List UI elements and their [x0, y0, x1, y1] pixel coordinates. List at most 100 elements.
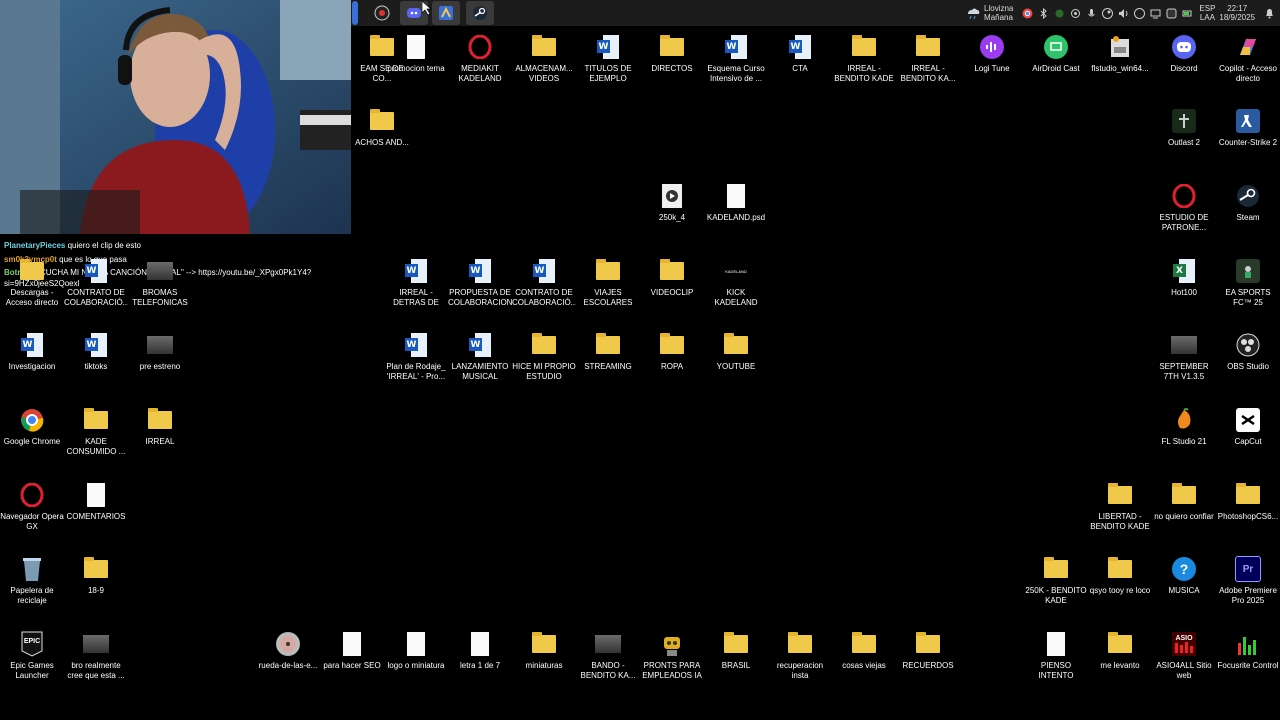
desktop-icon[interactable]: PRONTS PARA EMPLEADOS IA [640, 627, 704, 697]
desktop-icon[interactable]: W Investigacion [0, 328, 64, 398]
weather-widget[interactable]: Llovizna Mañana [965, 4, 1013, 22]
desktop-icon[interactable]: ROPA [640, 328, 704, 398]
desktop-icon[interactable]: OBS Studio [1216, 328, 1280, 398]
desktop-icon[interactable]: Outlast 2 [1152, 104, 1216, 174]
desktop-icon[interactable]: Papelera de reciclaje [0, 552, 64, 622]
asio4all-icon: ASIO [1172, 632, 1196, 656]
desktop-icon[interactable]: VIAJES ESCOLARES [576, 254, 640, 324]
volume-icon[interactable] [1116, 6, 1130, 20]
desktop-icon[interactable]: letra 1 de 7 [448, 627, 512, 697]
discord-tray-icon[interactable] [1132, 6, 1146, 20]
desktop-icon[interactable]: Discord [1152, 30, 1216, 100]
desktop-icon[interactable]: me levanto [1088, 627, 1152, 697]
desktop-icon[interactable]: RECUERDOS [896, 627, 960, 697]
clock[interactable]: 22:17 18/9/2025 [1219, 4, 1255, 22]
desktop-icon[interactable]: HICE MI PROPIO ESTUDIO [512, 328, 576, 398]
desktop-icon-label: Navegador Opera GX [0, 512, 64, 531]
desktop-icon[interactable]: X Hot100 [1152, 254, 1216, 324]
desktop-icon[interactable]: Descargas - Acceso directo [0, 254, 64, 324]
desktop-icon[interactable]: ? MUSICA [1152, 552, 1216, 622]
battery-icon[interactable] [1180, 6, 1194, 20]
desktop-icon[interactable]: miniaturas [512, 627, 576, 697]
desktop-icon[interactable]: VIDEOCLIP [640, 254, 704, 324]
taskbar-app-icon[interactable] [432, 1, 460, 25]
desktop-icon[interactable]: KADELAND.psd [704, 179, 768, 249]
desktop-icon[interactable]: ESTUDIO DE PATRONE... [1152, 179, 1216, 249]
chrome-tray-icon[interactable] [1020, 6, 1034, 20]
desktop-icon[interactable]: KADELAND KICK KADELAND [704, 254, 768, 324]
desktop-icon[interactable]: recuperacion insta [768, 627, 832, 697]
steam-tray-icon[interactable] [1100, 6, 1114, 20]
display-icon[interactable] [1148, 6, 1162, 20]
desktop-icon[interactable]: YOUTUBE [704, 328, 768, 398]
taskbar-obs-icon[interactable] [368, 1, 396, 25]
taskbar-app-edge[interactable] [352, 1, 358, 25]
desktop-icon[interactable]: W Esquema Curso Intensivo de ... [704, 30, 768, 100]
desktop-icon[interactable]: rueda-de-las-e... [256, 627, 320, 697]
desktop-icon[interactable]: Pr Adobe Premiere Pro 2025 [1216, 552, 1280, 622]
desktop-icon[interactable]: ACHOS AND... [350, 104, 414, 174]
desktop-icon[interactable]: W CONTRATO DE COLABORACIÓ... [64, 254, 128, 324]
settings-tray-icon[interactable] [1068, 6, 1082, 20]
desktop-icon[interactable]: cosas viejas [832, 627, 896, 697]
desktop-icon[interactable]: DIRECTOS [640, 30, 704, 100]
desktop-icon[interactable]: PIENSO INTENTO [1024, 627, 1088, 697]
bluetooth-icon[interactable] [1036, 6, 1050, 20]
desktop-icon[interactable]: W CONTRATO DE COLABORACIÓ... [512, 254, 576, 324]
desktop-icon[interactable]: pre estreno [128, 328, 192, 398]
desktop-icon[interactable]: Logi Tune [960, 30, 1024, 100]
app-tray-icon[interactable] [1164, 6, 1178, 20]
desktop-icon[interactable]: BRASIL [704, 627, 768, 697]
desktop-icon[interactable]: Wtiktoks [64, 328, 128, 398]
desktop-icon[interactable]: Focusrite Control [1216, 627, 1280, 697]
desktop-icon[interactable]: Copilot - Acceso directo [1216, 30, 1280, 100]
desktop-icon[interactable]: bro realmente cree que esta ... [64, 627, 128, 697]
desktop-icon[interactable]: IRREAL [128, 403, 192, 473]
language-indicator[interactable]: ESP LAA [1199, 4, 1215, 22]
desktop-icon[interactable]: ASIO ASIO4ALL Sitio web [1152, 627, 1216, 697]
desktop-icon[interactable]: Steam [1216, 179, 1280, 249]
desktop-icon[interactable]: COMENTARIOS [64, 478, 128, 548]
desktop-icon[interactable]: promocion tema [384, 30, 448, 100]
desktop-icon[interactable]: W IRREAL - DETRAS DE ESCENA (HI... [384, 254, 448, 324]
desktop-icon[interactable]: IRREAL - BENDITO KADE [832, 30, 896, 100]
desktop-icon[interactable]: Google Chrome [0, 403, 64, 473]
installer-icon [1111, 36, 1129, 57]
desktop-icon[interactable]: LIBERTAD - BENDITO KADE [1088, 478, 1152, 548]
desktop-icon[interactable]: 250K - BENDITO KADE [1024, 552, 1088, 622]
airdroid-cast-icon [1044, 35, 1068, 59]
desktop-icon[interactable]: W Plan de Rodaje_ 'IRREAL' - Pro... [384, 328, 448, 398]
desktop-icon[interactable]: STREAMING [576, 328, 640, 398]
desktop-icon[interactable]: EPIC Epic Games Launcher [0, 627, 64, 697]
taskbar-steam-icon[interactable] [466, 1, 494, 25]
desktop-icon[interactable]: PhotoshopCS6... [1216, 478, 1280, 548]
webcam-overlay [0, 0, 351, 234]
desktop-icon[interactable]: flstudio_win64... [1088, 30, 1152, 100]
desktop-icon[interactable]: W LANZAMIENTO MUSICAL [448, 328, 512, 398]
desktop-icon[interactable]: KADE CONSUMIDO ... [64, 403, 128, 473]
desktop-icon[interactable]: W TITULOS DE EJEMPLO [576, 30, 640, 100]
desktop-icon[interactable]: CapCut [1216, 403, 1280, 473]
desktop-icon[interactable]: Navegador Opera GX [0, 478, 64, 548]
desktop-icon[interactable]: BROMAS TELEFONICAS [128, 254, 192, 324]
desktop-icon[interactable]: BANDO - BENDITO KA... [576, 627, 640, 697]
desktop-icon[interactable]: AirDroid Cast [1024, 30, 1088, 100]
desktop-icon[interactable]: W PROPUESTA DE COLABORACION [448, 254, 512, 324]
desktop-icon[interactable]: MEDIAKIT KADELAND [448, 30, 512, 100]
notification-bell-icon[interactable] [1262, 6, 1276, 20]
desktop-icon[interactable]: IRREAL - BENDITO KA... [896, 30, 960, 100]
desktop-icon[interactable]: 18-9 [64, 552, 128, 622]
desktop-icon[interactable]: para hacer SEO [320, 627, 384, 697]
desktop-icon[interactable]: SEPTEMBER 7TH V1.3.5 [1152, 328, 1216, 398]
desktop-icon[interactable]: Counter-Strike 2 [1216, 104, 1280, 174]
desktop-icon[interactable]: 250k_4 [640, 179, 704, 249]
nvidia-icon[interactable] [1052, 6, 1066, 20]
desktop-icon[interactable]: ALMACENAM... VIDEOS [512, 30, 576, 100]
microphone-icon[interactable] [1084, 6, 1098, 20]
desktop-icon[interactable]: FL Studio 21 [1152, 403, 1216, 473]
desktop-icon[interactable]: W CTA [768, 30, 832, 100]
desktop-icon[interactable]: no quiero confiar [1152, 478, 1216, 548]
desktop-icon[interactable]: qsyo tooy re loco [1088, 552, 1152, 622]
desktop-icon[interactable]: logo o miniatura [384, 627, 448, 697]
desktop-icon[interactable]: EA SPORTS FC™ 25 [1216, 254, 1280, 324]
